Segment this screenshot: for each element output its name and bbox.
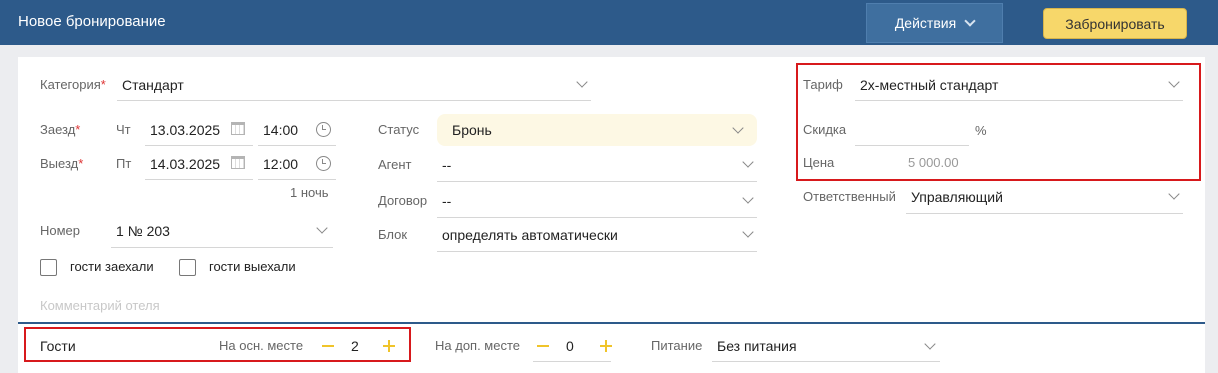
main-place-increment-button[interactable] bbox=[383, 340, 395, 352]
checkout-label: Выезд* bbox=[40, 156, 83, 171]
block-value: определять автоматически bbox=[442, 227, 618, 243]
tariff-underline bbox=[855, 100, 1183, 101]
block-underline bbox=[437, 251, 757, 252]
discount-label: Скидка bbox=[803, 122, 847, 137]
meal-label: Питание bbox=[651, 338, 703, 353]
header-bar: Новое бронирование Действия Забронироват… bbox=[0, 0, 1218, 45]
responsible-label: Ответственный bbox=[803, 189, 896, 204]
checkout-date-underline bbox=[145, 179, 253, 180]
extra-place-underline bbox=[533, 361, 611, 362]
price-label: Цена bbox=[803, 155, 835, 170]
responsible-value: Управляющий bbox=[911, 189, 1003, 205]
discount-underline bbox=[855, 145, 969, 146]
room-underline bbox=[111, 247, 333, 248]
main-place-value[interactable]: 2 bbox=[351, 338, 359, 354]
tariff-highlight-box bbox=[796, 63, 1201, 181]
status-value: Бронь bbox=[452, 122, 492, 138]
price-value: 5 000.00 bbox=[908, 155, 959, 170]
required-mark: * bbox=[78, 156, 84, 171]
checkout-label-text: Выезд bbox=[40, 156, 79, 171]
room-value: 1 № 203 bbox=[116, 223, 170, 239]
extra-place-decrement-button[interactable] bbox=[537, 345, 549, 347]
contract-value: -- bbox=[442, 193, 452, 209]
category-label: Категория* bbox=[40, 77, 106, 92]
checkin-label-text: Заезд bbox=[40, 122, 76, 137]
guests-checked-out-label: гости выехали bbox=[209, 259, 296, 274]
actions-label: Действия bbox=[894, 15, 957, 31]
extra-place-increment-button[interactable] bbox=[600, 340, 612, 352]
guests-checked-in-label: гости заехали bbox=[70, 259, 154, 274]
chevron-down-icon bbox=[964, 14, 976, 27]
main-place-decrement-button[interactable] bbox=[322, 345, 334, 347]
responsible-underline bbox=[906, 213, 1183, 214]
required-mark: * bbox=[100, 77, 106, 92]
checkout-time: 12:00 bbox=[263, 156, 299, 172]
actions-button[interactable]: Действия bbox=[866, 3, 1003, 43]
status-label: Статус bbox=[378, 122, 420, 137]
checkout-time-underline bbox=[258, 179, 336, 180]
checkin-weekday: Чт bbox=[116, 122, 131, 137]
contract-underline bbox=[437, 217, 757, 218]
checkin-date: 13.03.2025 bbox=[150, 122, 221, 138]
category-underline bbox=[117, 100, 591, 101]
extra-place-label: На доп. месте bbox=[435, 338, 521, 353]
hotel-comment-input[interactable]: Комментарий отеля bbox=[40, 298, 160, 313]
guests-checked-out-checkbox[interactable] bbox=[179, 259, 196, 276]
meal-underline bbox=[712, 361, 940, 362]
contract-label: Договор bbox=[378, 193, 428, 208]
extra-place-value[interactable]: 0 bbox=[566, 338, 574, 354]
calendar-icon[interactable] bbox=[231, 122, 245, 135]
guests-label: Гости bbox=[40, 338, 76, 354]
agent-value: -- bbox=[442, 157, 452, 173]
guests-checked-in-checkbox[interactable] bbox=[40, 259, 57, 276]
agent-underline bbox=[437, 181, 757, 182]
nights-count: 1 ночь bbox=[290, 185, 329, 200]
checkout-date: 14.03.2025 bbox=[150, 156, 221, 172]
room-label: Номер bbox=[40, 223, 81, 238]
section-divider bbox=[18, 322, 1205, 324]
category-label-text: Категория bbox=[40, 77, 101, 92]
main-place-label: На осн. месте bbox=[219, 338, 304, 353]
checkin-label: Заезд* bbox=[40, 122, 80, 137]
tariff-label: Тариф bbox=[803, 77, 843, 92]
discount-unit: % bbox=[975, 123, 987, 138]
checkin-date-underline bbox=[145, 145, 253, 146]
block-label: Блок bbox=[378, 227, 408, 242]
checkin-time-underline bbox=[258, 145, 336, 146]
category-value: Стандарт bbox=[122, 77, 184, 93]
agent-label: Агент bbox=[378, 157, 412, 172]
clock-icon[interactable] bbox=[316, 156, 331, 171]
tariff-value: 2х-местный стандарт bbox=[860, 77, 999, 93]
checkout-weekday: Пт bbox=[116, 156, 132, 171]
calendar-icon[interactable] bbox=[231, 156, 245, 169]
meal-value: Без питания bbox=[717, 338, 797, 354]
required-mark: * bbox=[75, 122, 81, 137]
checkin-time: 14:00 bbox=[263, 122, 299, 138]
book-button[interactable]: Забронировать bbox=[1043, 8, 1187, 39]
clock-icon[interactable] bbox=[316, 122, 331, 137]
page-title: Новое бронирование bbox=[18, 13, 166, 30]
